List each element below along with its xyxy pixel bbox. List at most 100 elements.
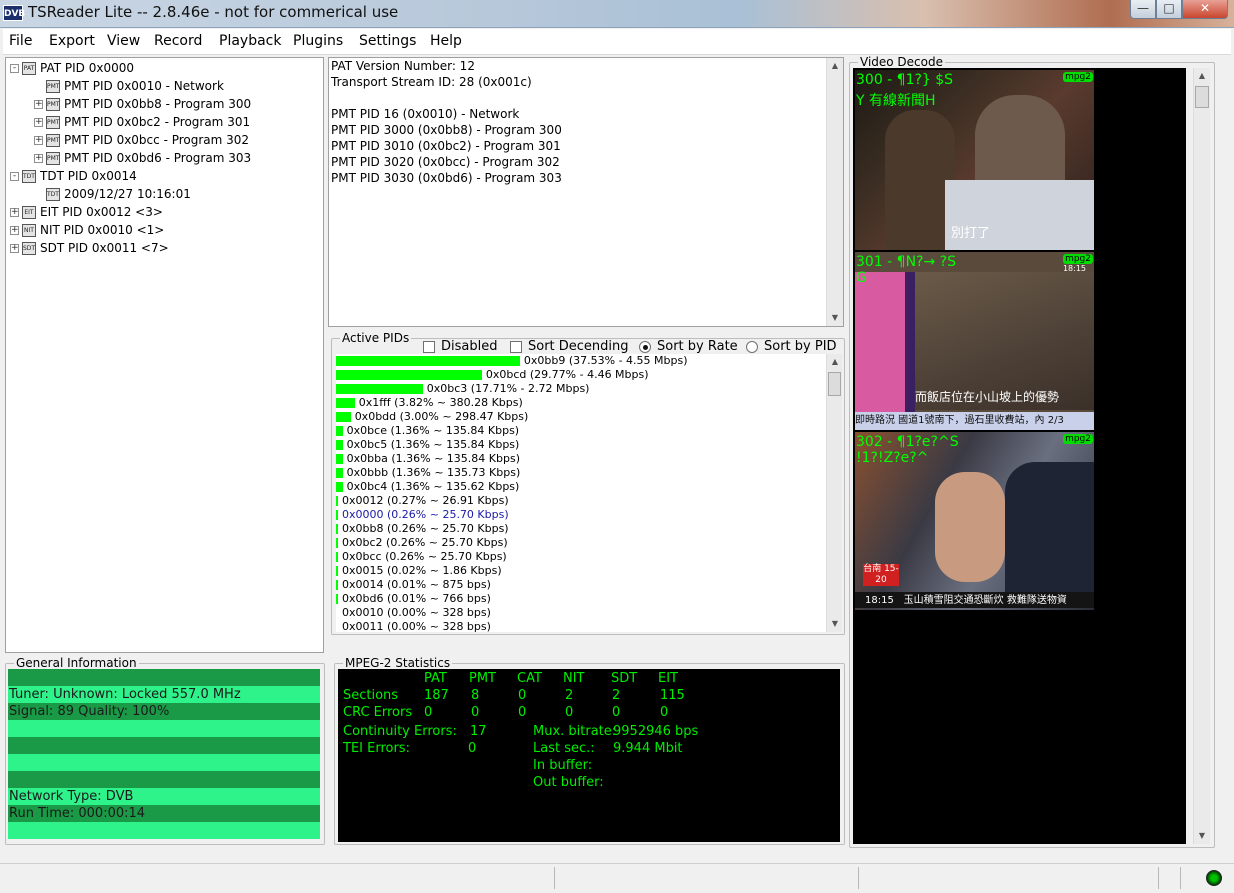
pid-rate-bar <box>336 440 343 450</box>
pid-row[interactable]: 0x0bcc (0.26% ~ 25.70 Kbps) <box>336 550 830 564</box>
pid-row[interactable]: 0x0bc5 (1.36% ~ 135.84 Kbps) <box>336 438 830 452</box>
tree-item[interactable]: + SDT SDT PID 0x0011 <7> <box>10 239 169 257</box>
pid-row[interactable]: 0x0bcd (29.77% - 4.46 Mbps) <box>336 368 830 382</box>
osd-line-1: 302 - ¶1?e?^S <box>856 434 959 450</box>
tree-item-label: SDT PID 0x0011 <7> <box>40 241 169 255</box>
tree-item-label: TDT PID 0x0014 <box>40 169 137 183</box>
menu-file[interactable]: File <box>9 33 32 49</box>
scroll-up-icon[interactable]: ▲ <box>827 58 843 74</box>
pid-rate-bar <box>336 384 423 394</box>
tree-item[interactable]: - TDT TDT PID 0x0014 <box>10 167 137 185</box>
scroll-down-icon[interactable]: ▼ <box>827 616 843 632</box>
expand-icon[interactable]: + <box>10 243 19 253</box>
maximize-button[interactable]: □ <box>1156 0 1182 19</box>
video-frame-program-301[interactable]: 301 - ¶N?→ ?S G mpg2 18:15 而飯店位在小山坡上的優勢 … <box>855 252 1094 430</box>
info-scrollbar[interactable]: ▲ ▼ <box>826 58 843 326</box>
pid-row[interactable]: 0x0bb8 (0.26% ~ 25.70 Kbps) <box>336 522 830 536</box>
table-tree[interactable]: - PAT PAT PID 0x0000 PMT PMT PID 0x0010 - Ne… <box>5 57 324 653</box>
pid-label: 0x0bd6 (0.01% ~ 766 bps) <box>342 592 491 605</box>
close-button[interactable]: ✕ <box>1182 0 1228 19</box>
scroll-down-icon[interactable]: ▼ <box>1194 828 1210 844</box>
menu-settings[interactable]: Settings <box>359 33 416 49</box>
radio-icon <box>746 340 758 353</box>
video-decode-panel: 300 - ¶1?} $S Y 有線新聞H mpg2 別打了 301 - ¶N?… <box>853 68 1186 844</box>
general-info-title: General Information <box>14 656 139 670</box>
expand-icon[interactable]: + <box>34 117 43 127</box>
menu-view[interactable]: View <box>107 33 140 49</box>
pid-row[interactable]: 0x0010 (0.00% ~ 328 bps) <box>336 606 830 620</box>
expand-icon[interactable]: + <box>10 225 19 235</box>
general-info-row <box>8 737 320 754</box>
table-node-icon: EIT <box>22 205 36 219</box>
scroll-up-icon[interactable]: ▲ <box>827 354 843 370</box>
pid-row[interactable]: 0x0012 (0.27% ~ 26.91 Kbps) <box>336 494 830 508</box>
pid-row[interactable]: 0x0bc4 (1.36% ~ 135.62 Kbps) <box>336 480 830 494</box>
tree-item[interactable]: - PAT PAT PID 0x0000 <box>10 59 134 77</box>
in-buffer-label: In buffer: <box>533 758 593 773</box>
tree-item[interactable]: + PMT PMT PID 0x0bd6 - Program 303 <box>34 149 251 167</box>
tree-item[interactable]: + NIT NIT PID 0x0010 <1> <box>10 221 164 239</box>
menu-playback[interactable]: Playback <box>219 33 281 49</box>
pid-rate-bar <box>336 496 338 506</box>
minimize-button[interactable]: — <box>1130 0 1156 19</box>
sort-descending-checkbox[interactable]: Sort Decending <box>510 339 629 354</box>
general-info-row <box>8 771 320 788</box>
pid-row[interactable]: 0x0bc2 (0.26% ~ 25.70 Kbps) <box>336 536 830 550</box>
collapse-icon[interactable]: - <box>10 171 19 181</box>
video-frame-program-302[interactable]: 302 - ¶1?e?^S !1?!Z?e?^ mpg2 台南 15-20 18… <box>855 432 1094 610</box>
pid-row[interactable]: 0x0015 (0.02% ~ 1.86 Kbps) <box>336 564 830 578</box>
collapse-icon[interactable]: - <box>10 63 19 73</box>
video-frame-program-300[interactable]: 300 - ¶1?} $S Y 有線新聞H mpg2 別打了 <box>855 70 1094 250</box>
scroll-up-icon[interactable]: ▲ <box>1194 68 1210 84</box>
pid-row[interactable]: 0x0011 (0.00% ~ 328 bps) <box>336 620 830 632</box>
pid-row[interactable]: 0x0bb9 (37.53% - 4.55 Mbps) <box>336 354 830 368</box>
pid-row[interactable]: 0x0000 (0.26% ~ 25.70 Kbps) <box>336 508 830 522</box>
video-scrollbar[interactable]: ▲ ▼ <box>1193 68 1210 844</box>
expand-icon[interactable]: + <box>34 135 43 145</box>
pid-row[interactable]: 0x0bba (1.36% ~ 135.84 Kbps) <box>336 452 830 466</box>
scroll-down-icon[interactable]: ▼ <box>827 310 843 326</box>
tree-item[interactable]: + EIT EIT PID 0x0012 <3> <box>10 203 163 221</box>
menu-help[interactable]: Help <box>430 33 462 49</box>
radio-selected-icon <box>639 340 651 353</box>
pid-label: 0x0bc5 (1.36% ~ 135.84 Kbps) <box>346 438 520 451</box>
pid-row[interactable]: 0x0bdd (3.00% ~ 298.47 Kbps) <box>336 410 830 424</box>
col-pmt: PMT <box>469 671 496 686</box>
signal-status-icon <box>1206 870 1222 886</box>
pids-scrollbar[interactable]: ▲ ▼ <box>826 354 842 632</box>
pid-row[interactable]: 0x0014 (0.01% ~ 875 bps) <box>336 578 830 592</box>
active-pids-title: Active PIDs <box>340 331 412 345</box>
pid-row[interactable]: 0x0bce (1.36% ~ 135.84 Kbps) <box>336 424 830 438</box>
menu-export[interactable]: Export <box>49 33 95 49</box>
pid-row[interactable]: 0x0bc3 (17.71% - 2.72 Mbps) <box>336 382 830 396</box>
scroll-thumb[interactable] <box>828 372 841 396</box>
expand-icon[interactable]: + <box>34 153 43 163</box>
info-line: Transport Stream ID: 28 (0x001c) <box>331 75 532 89</box>
tree-item-label: PMT PID 0x0010 - Network <box>64 79 224 93</box>
menu-record[interactable]: Record <box>154 33 202 49</box>
pid-label: 0x0bc4 (1.36% ~ 135.62 Kbps) <box>346 480 520 493</box>
sort-by-rate-radio[interactable]: Sort by Rate <box>639 339 738 354</box>
osd-line-1: 301 - ¶N?→ ?S <box>856 254 956 270</box>
disabled-checkbox[interactable]: Disabled <box>423 339 497 354</box>
sort-by-pid-radio[interactable]: Sort by PID <box>746 339 837 354</box>
pid-rate-bar <box>336 580 338 590</box>
tree-item[interactable]: + PMT PMT PID 0x0bb8 - Program 300 <box>34 95 251 113</box>
pid-row[interactable]: 0x1fff (3.82% ~ 380.28 Kbps) <box>336 396 830 410</box>
tree-item[interactable]: + PMT PMT PID 0x0bcc - Program 302 <box>34 131 249 149</box>
active-pids-list[interactable]: 0x0bb9 (37.53% - 4.55 Mbps) 0x0bcd (29.77… <box>336 354 830 632</box>
tree-item[interactable]: TDT 2009/12/27 10:16:01 <box>34 185 191 203</box>
expand-icon[interactable]: + <box>10 207 19 217</box>
general-info-row: Network Type: DVB <box>8 788 320 805</box>
menu-plugins[interactable]: Plugins <box>293 33 343 49</box>
tree-item-label: PMT PID 0x0bc2 - Program 301 <box>64 115 251 129</box>
tree-item[interactable]: + PMT PMT PID 0x0bc2 - Program 301 <box>34 113 250 131</box>
pid-row[interactable]: 0x0bbb (1.36% ~ 135.73 Kbps) <box>336 466 830 480</box>
scroll-thumb[interactable] <box>1195 86 1209 108</box>
continuity-label: Continuity Errors: <box>343 724 457 739</box>
pid-row[interactable]: 0x0bd6 (0.01% ~ 766 bps) <box>336 592 830 606</box>
tree-item-label: PMT PID 0x0bb8 - Program 300 <box>64 97 252 111</box>
expand-icon[interactable]: + <box>34 99 43 109</box>
pid-rate-bar <box>336 426 343 436</box>
tree-item[interactable]: PMT PMT PID 0x0010 - Network <box>34 77 224 95</box>
